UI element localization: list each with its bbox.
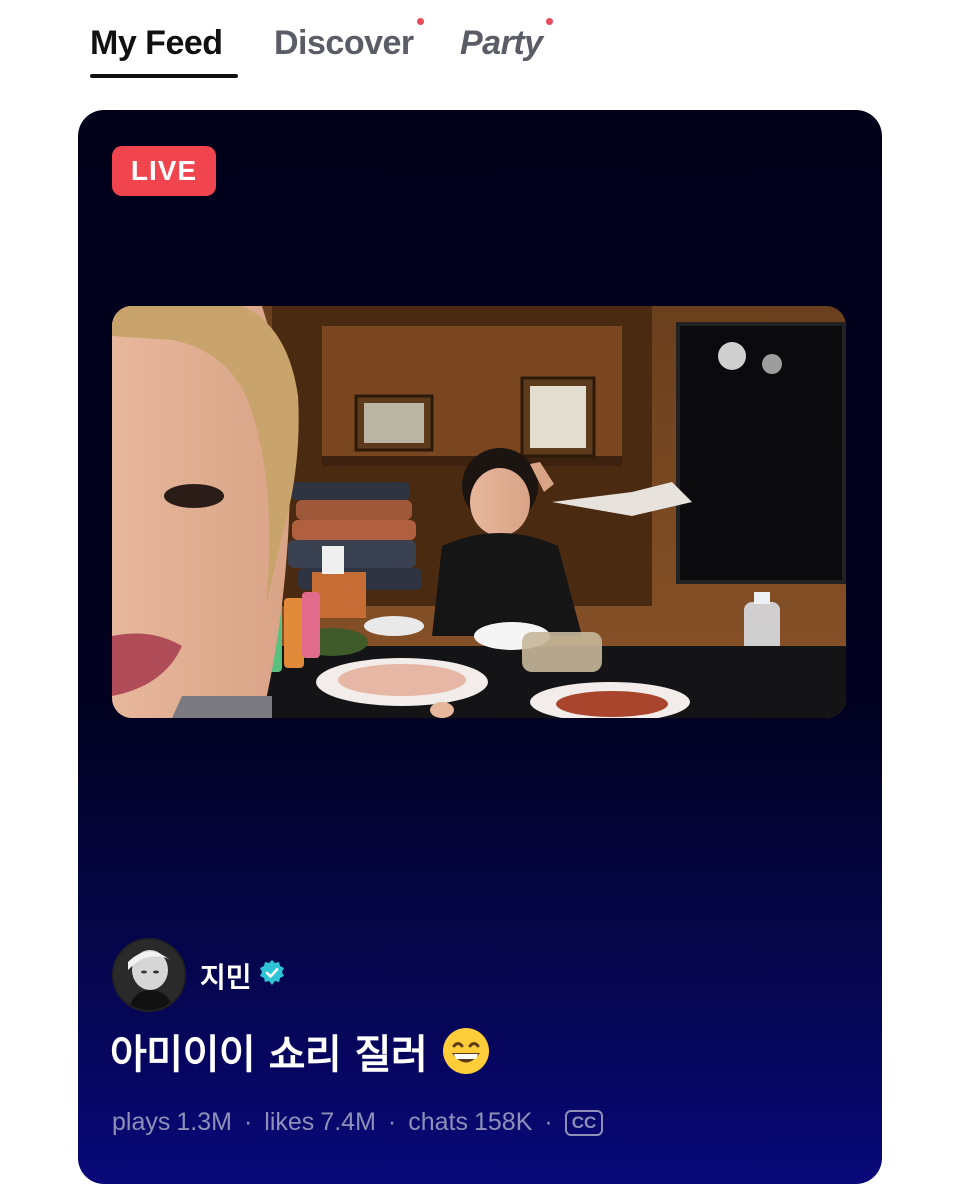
live-badge: LIVE	[112, 146, 216, 196]
notification-dot	[545, 18, 553, 25]
stat-separator: ·	[544, 1108, 553, 1136]
stream-title: 아미이이 쇼리 질러	[110, 1022, 491, 1080]
video-frame-image	[112, 306, 846, 718]
live-video-thumbnail[interactable]	[112, 306, 846, 718]
tab-discover-label: Discover	[274, 24, 414, 62]
creator-avatar[interactable]	[112, 938, 186, 1012]
tab-my-feed[interactable]: My Feed	[90, 24, 223, 63]
plays-count: 1.3M	[176, 1108, 232, 1136]
chats-label: chats	[408, 1108, 468, 1136]
tab-party[interactable]: Party	[460, 18, 553, 63]
active-tab-underline	[90, 74, 238, 78]
grinning-face-icon	[443, 1028, 490, 1074]
plays-label: plays	[112, 1108, 171, 1136]
tab-discover[interactable]: Discover	[274, 18, 424, 63]
tab-my-feed-label: My Feed	[90, 24, 223, 62]
creator-name[interactable]: 지민	[200, 956, 252, 996]
verified-badge-icon	[260, 960, 284, 985]
live-badge-label: LIVE	[130, 155, 198, 186]
tab-party-label: Party	[460, 24, 543, 62]
avatar-image	[114, 940, 184, 1010]
cc-badge: CC	[564, 1109, 604, 1136]
live-stream-card[interactable]: LIVE 지민 아미이이 쇼리 질러 plays 1.3M · likes 7.…	[78, 110, 882, 1184]
chats-count: 158K	[474, 1108, 533, 1136]
stream-title-text: 아미이이 쇼리 질러	[110, 1032, 428, 1078]
stream-stats: plays 1.3M · likes 7.4M · chats 158K · C…	[112, 1108, 604, 1137]
stat-separator: ·	[387, 1108, 397, 1136]
notification-dot	[416, 18, 424, 25]
likes-count: 7.4M	[320, 1108, 376, 1136]
likes-label: likes	[264, 1108, 315, 1136]
stat-separator: ·	[243, 1108, 253, 1136]
